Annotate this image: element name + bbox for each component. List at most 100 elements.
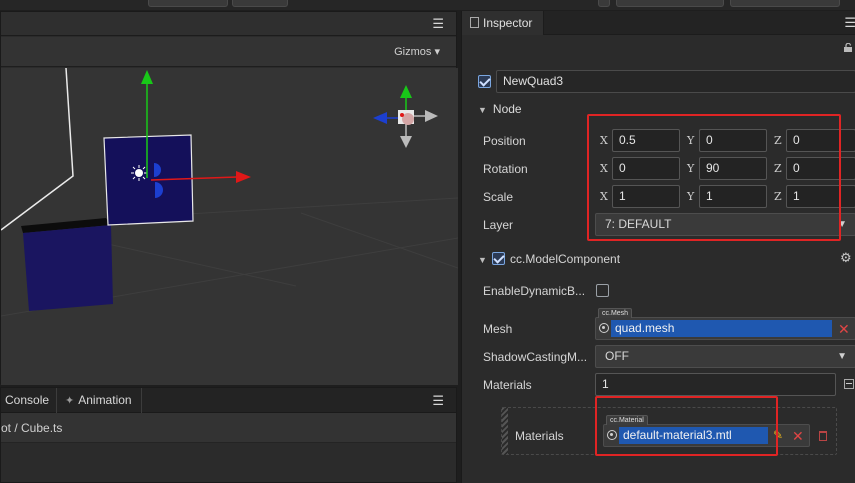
material-type-tag: cc.Material: [606, 415, 648, 425]
light-icon[interactable]: [131, 165, 147, 181]
position-x-input[interactable]: 0.5: [612, 129, 680, 152]
scene-panel: ☰ Gizmos ▾: [0, 11, 458, 385]
rotation-z-value: 0: [793, 161, 800, 175]
gizmos-label: Gizmos: [394, 46, 432, 58]
scale-z-input[interactable]: 1: [786, 185, 855, 208]
locate-target-icon[interactable]: [607, 430, 617, 440]
component-title: cc.ModelComponent: [510, 252, 621, 266]
node-name-input[interactable]: NewQuad3: [496, 70, 855, 93]
mesh-label: Mesh: [483, 322, 513, 336]
position-y-input[interactable]: 0: [699, 129, 767, 152]
tab-animation[interactable]: ✦ Animation: [57, 388, 142, 413]
position-label: Position: [483, 134, 526, 148]
component-section-header[interactable]: ▼: [478, 252, 493, 266]
trash-icon[interactable]: [819, 431, 827, 441]
rotation-x-value: 0: [619, 161, 626, 175]
shadow-casting-label: ShadowCastingM...: [483, 350, 588, 364]
position-x-axis-label: X: [600, 134, 608, 147]
mesh-value: quad.mesh: [611, 320, 832, 337]
materials-count-value: 1: [602, 377, 609, 391]
materials-count-input[interactable]: 1: [595, 373, 836, 396]
layer-select[interactable]: 7: DEFAULT ▼: [595, 213, 855, 236]
layer-label: Layer: [483, 218, 514, 232]
rotation-z-input[interactable]: 0: [786, 157, 855, 180]
tab-animation-label: Animation: [78, 393, 132, 407]
enable-dynamic-label: EnableDynamicB...: [483, 284, 586, 298]
animation-icon: ✦: [65, 395, 75, 407]
material-asset-field[interactable]: cc.Material default-material3.mtl ✎ ✕: [603, 415, 810, 447]
panel-menu-icon[interactable]: ☰: [844, 15, 855, 31]
scale-x-axis-label: X: [600, 190, 608, 203]
scene-viewport-graphics: [1, 68, 458, 317]
panel-menu-icon[interactable]: ☰: [432, 16, 444, 32]
cube-object[interactable]: [21, 218, 113, 311]
collapse-minus-icon[interactable]: [844, 379, 854, 389]
position-x-value: 0.5: [619, 133, 636, 147]
bottom-tabbar: Console ✦ Animation ☰: [1, 388, 456, 413]
tab-console-label: Console: [5, 393, 50, 407]
unlock-icon[interactable]: [843, 43, 853, 52]
inspector-icon: [470, 17, 479, 28]
inspector-header: Inspector ☰: [462, 11, 855, 35]
dropdown-arrow-icon: ▼: [837, 351, 847, 362]
rotation-x-input[interactable]: 0: [612, 157, 680, 180]
remove-x-icon[interactable]: ✕: [792, 429, 804, 443]
position-z-axis-label: Z: [774, 134, 782, 147]
script-path-bar: ot / Cube.ts: [1, 413, 456, 443]
rotation-label: Rotation: [483, 162, 528, 176]
material-value: default-material3.mtl: [619, 427, 768, 444]
chevron-down-icon: ▾: [434, 46, 440, 58]
scale-y-axis-label: Y: [687, 190, 695, 203]
position-y-axis-label: Y: [687, 134, 695, 147]
rotation-z-axis-label: Z: [774, 162, 782, 175]
tab-console[interactable]: Console: [1, 388, 57, 413]
scene-viewport[interactable]: [1, 68, 458, 385]
shadow-casting-select[interactable]: OFF ▼: [595, 345, 855, 368]
toolbar-button[interactable]: [148, 0, 228, 7]
toolbar-button[interactable]: [616, 0, 724, 7]
scale-x-input[interactable]: 1: [612, 185, 680, 208]
inspector-tab-label: Inspector: [483, 16, 533, 30]
mesh-asset-field[interactable]: cc.Mesh quad.mesh ✕: [595, 308, 855, 340]
shadow-casting-value: OFF: [605, 349, 629, 363]
node-name-value: NewQuad3: [503, 74, 564, 88]
quad-object[interactable]: [103, 134, 194, 226]
layer-value: 7: DEFAULT: [605, 217, 672, 231]
gizmos-dropdown[interactable]: Gizmos ▾: [394, 45, 440, 58]
editor-window: ☰ Gizmos ▾ Console ✦ Animation ☰ ot / Cu…: [0, 0, 855, 483]
caret-down-icon: ▼: [478, 105, 487, 115]
scene-toolbar: Gizmos ▾: [1, 37, 456, 67]
inspector-panel: Inspector ☰ NewQuad3 ▼ Node Position X 0.…: [461, 11, 855, 483]
node-active-checkbox[interactable]: [478, 75, 491, 88]
camera-frustum-line: [1, 68, 74, 231]
panel-menu-icon[interactable]: ☰: [432, 393, 444, 409]
scale-y-input[interactable]: 1: [699, 185, 767, 208]
tab-inspector[interactable]: Inspector: [462, 11, 544, 35]
remove-x-icon[interactable]: ✕: [838, 322, 850, 336]
materials-label: Materials: [483, 378, 532, 392]
enable-dynamic-checkbox[interactable]: [596, 284, 609, 297]
top-toolbar-strip: [0, 0, 855, 10]
gear-icon[interactable]: ⚙: [840, 250, 852, 266]
drag-handle[interactable]: [502, 408, 508, 454]
toolbar-button[interactable]: [598, 0, 610, 7]
node-section-header[interactable]: ▼ Node: [478, 102, 522, 116]
scale-x-value: 1: [619, 189, 626, 203]
console-panel: Console ✦ Animation ☰ ot / Cube.ts: [0, 387, 457, 483]
component-enabled-checkbox[interactable]: [492, 252, 505, 265]
toolbar-button[interactable]: [232, 0, 288, 7]
node-section-title: Node: [492, 102, 522, 116]
view-orientation-gizmo[interactable]: [373, 85, 438, 148]
dropdown-arrow-icon: ▼: [837, 219, 847, 230]
edit-pen-icon[interactable]: ✎: [773, 428, 783, 442]
scene-panel-header: ☰: [1, 12, 456, 36]
toolbar-button[interactable]: [730, 0, 840, 7]
rotation-y-input[interactable]: 90: [699, 157, 767, 180]
scale-z-axis-label: Z: [774, 190, 782, 203]
locate-target-icon[interactable]: [599, 323, 609, 333]
position-z-input[interactable]: 0: [786, 129, 855, 152]
scale-z-value: 1: [793, 189, 800, 203]
position-z-value: 0: [793, 133, 800, 147]
scale-y-value: 1: [706, 189, 713, 203]
rotation-y-value: 90: [706, 161, 720, 175]
